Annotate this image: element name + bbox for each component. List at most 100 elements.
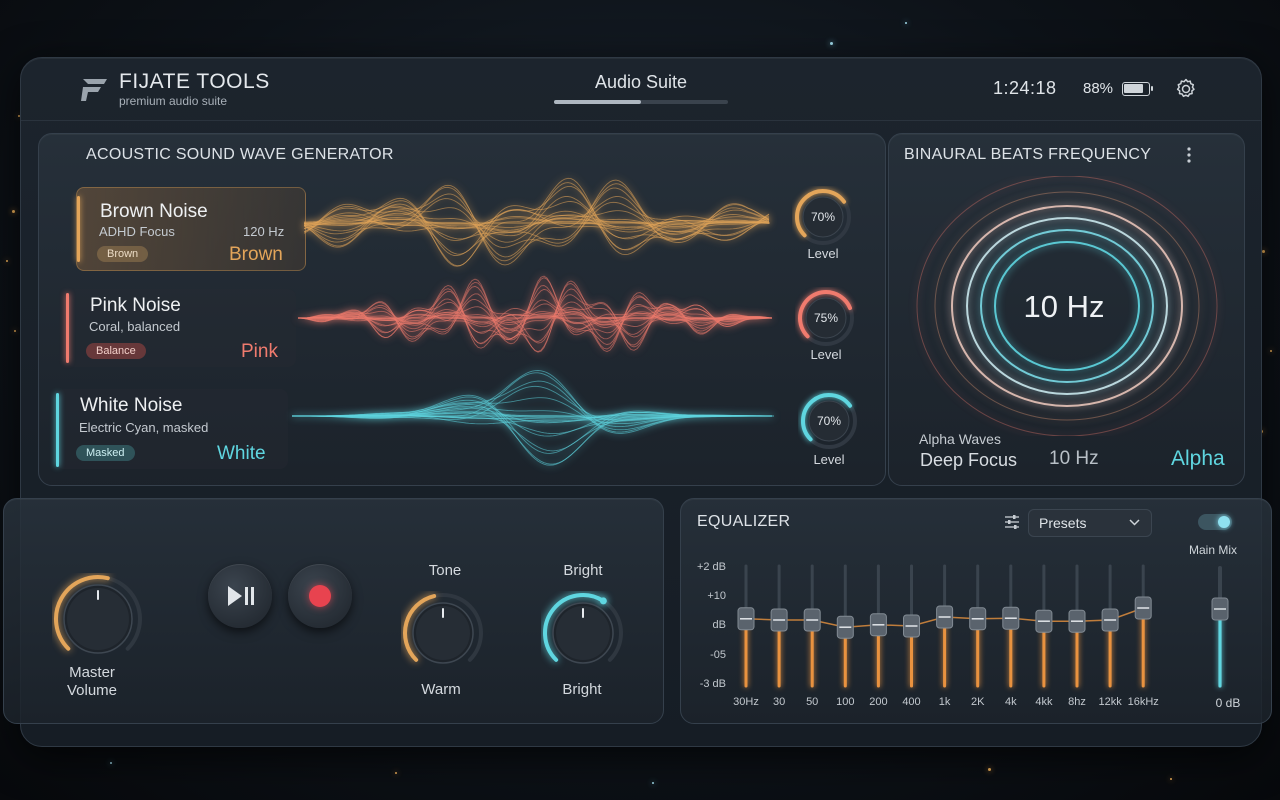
master-volume-label-line1: Master — [69, 664, 115, 681]
track-badge: Brown — [97, 246, 149, 262]
eq-band-label: 200 — [869, 696, 888, 708]
mode-label: Deep Focus — [920, 450, 1018, 470]
waveform-line — [292, 394, 772, 454]
level-knob-value: 70% — [811, 210, 835, 224]
master-volume-knob[interactable] — [52, 573, 144, 665]
level-knob-value: 75% — [814, 311, 838, 325]
presets-label: Presets — [1039, 515, 1087, 531]
bright-bottom-label: Bright — [562, 681, 602, 698]
track-accent-bar — [77, 196, 80, 262]
equalizer-title: Equalizer — [697, 513, 791, 530]
generator-title: Acoustic Sound Wave Generator — [86, 146, 394, 163]
track-card-brown[interactable]: Brown Noise ADHD Focus 120 Hz Brown Brow… — [76, 187, 306, 271]
battery-icon — [1122, 82, 1153, 96]
main-mix-value: 0 dB — [1215, 696, 1241, 710]
track-name: Brown Noise — [100, 201, 208, 222]
level-knob-dial: 70% — [795, 189, 851, 245]
level-knob-value: 70% — [817, 414, 841, 428]
wave-type-label: Alpha Waves — [919, 431, 1001, 447]
track-color-label: Brown — [229, 244, 283, 265]
eq-band-label: 30 — [772, 696, 786, 708]
toggle-knob — [1218, 516, 1230, 528]
knob-dial — [403, 593, 483, 664]
record-icon — [309, 585, 331, 607]
eq-band-label: 1k — [938, 696, 951, 708]
tone-knob[interactable] — [401, 591, 485, 675]
track-badge: Balance — [86, 343, 146, 359]
track-accent-bar — [66, 293, 69, 363]
brand-subtitle: premium audio suite — [119, 94, 228, 108]
sliders-icon[interactable] — [1004, 515, 1020, 529]
track-name: Pink Noise — [90, 295, 181, 316]
main-mix-label: Main Mix — [1188, 543, 1237, 557]
track-accent-bar — [56, 393, 59, 467]
brown-noise-waveform — [304, 177, 770, 267]
eq-band-label: 8hz — [1068, 696, 1086, 708]
top-bar: FIJATE TOOLS premium audio suite Audio S… — [21, 58, 1261, 121]
level-label: Level — [813, 452, 845, 467]
eq-y-label: -3 dB — [699, 678, 726, 690]
band-label: Alpha — [1171, 447, 1225, 470]
knob-dial — [543, 593, 623, 664]
eq-band-label: 50 — [806, 696, 819, 708]
white-noise-waveform — [292, 370, 774, 466]
main-mix-fader[interactable] — [1206, 562, 1234, 692]
track-card-white[interactable]: White Noise Electric Cyan, masked Masked… — [56, 389, 288, 469]
play-pause-button[interactable] — [208, 564, 272, 628]
bright-knob[interactable] — [541, 591, 625, 675]
waveform-line — [292, 380, 772, 434]
waveform-line — [292, 370, 772, 433]
logo-icon — [81, 79, 107, 101]
master-volume-label-line2: Volume — [66, 682, 118, 699]
tone-label: Tone — [428, 562, 462, 579]
eq-band-label: 30Hz — [733, 696, 759, 708]
play-pause-icon — [228, 586, 254, 606]
eq-y-label: +10 — [707, 590, 726, 602]
battery-fill — [1124, 84, 1144, 93]
bright-label: Bright — [563, 562, 603, 579]
track-frequency: 120 Hz — [243, 224, 285, 239]
level-knob-white[interactable]: 70% — [798, 390, 860, 452]
track-color-label: White — [217, 443, 266, 464]
eq-band-label: 12kk — [1098, 696, 1122, 708]
level-knob-dial: 70% — [801, 393, 857, 449]
eq-sliders — [737, 564, 1152, 688]
presets-dropdown[interactable]: Presets — [1028, 509, 1152, 537]
track-card-pink[interactable]: Pink Noise Coral, balanced Balance Pink — [66, 289, 296, 367]
track-badge: Masked — [76, 445, 135, 461]
level-knob-pink[interactable]: 75% — [795, 287, 857, 349]
eq-band-label: 400 — [902, 696, 921, 708]
main-mix-toggle[interactable] — [1198, 514, 1232, 530]
mode-frequency: 10 Hz — [1049, 448, 1099, 469]
pink-noise-waveform — [298, 275, 772, 353]
clock-display: 1:24:18 — [993, 78, 1057, 98]
chevron-down-icon — [1129, 519, 1140, 526]
level-label: Level — [810, 347, 842, 362]
battery-percent: 88% — [1083, 80, 1114, 97]
knob-dial — [54, 575, 142, 654]
waveform-line — [292, 397, 772, 431]
eq-band-label: 4kk — [1035, 696, 1053, 708]
binaural-beats-panel: Binaural Beats Frequency 10 Hz Alpha Wav… — [888, 133, 1245, 486]
track-description: ADHD Focus — [99, 224, 175, 239]
tone-warm-label: Warm — [421, 681, 461, 698]
page-title: Audio Suite — [594, 72, 688, 92]
level-label: Level — [807, 246, 839, 261]
settings-gear-icon[interactable] — [1174, 77, 1198, 101]
waveform-line — [292, 404, 772, 465]
eq-y-label: dB — [712, 619, 726, 631]
level-knob-brown[interactable]: 70% — [792, 186, 854, 248]
eq-band-label: 100 — [836, 696, 855, 708]
track-color-label: Pink — [241, 341, 278, 362]
more-options-icon[interactable] — [1186, 147, 1192, 163]
brand-name: FIJATE TOOLS — [119, 70, 270, 93]
track-name: White Noise — [80, 395, 183, 416]
eq-band-label: 2K — [970, 696, 985, 708]
binaural-frequency-readout: 10 Hz — [1023, 289, 1105, 324]
record-button[interactable] — [288, 564, 352, 628]
eq-y-label: -05 — [710, 649, 726, 661]
title-progress-fill — [554, 100, 641, 104]
eq-band-label: 16kHz — [1127, 696, 1159, 708]
title-progress-bar — [554, 100, 728, 104]
level-knob-dial: 75% — [798, 290, 854, 346]
